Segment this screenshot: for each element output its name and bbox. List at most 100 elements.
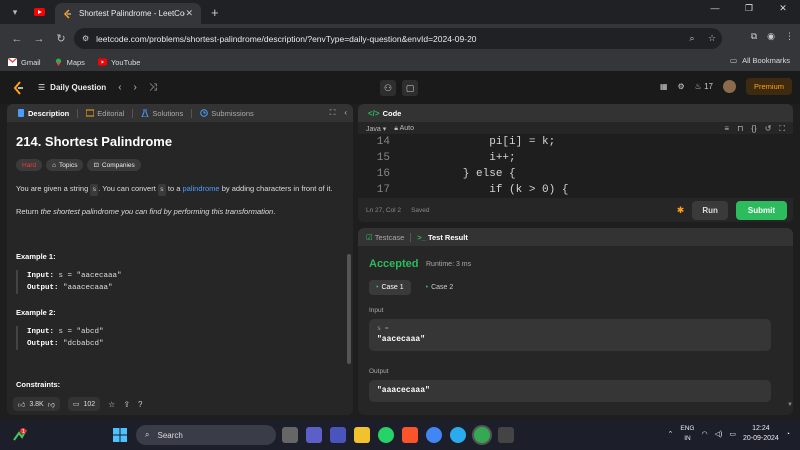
battery-icon[interactable]: ▭ xyxy=(729,430,736,438)
whatsapp-icon[interactable] xyxy=(378,427,394,443)
avatar[interactable] xyxy=(722,80,736,93)
close-window-icon[interactable]: ✕ xyxy=(766,3,800,14)
profile-icon[interactable]: ◉ xyxy=(767,31,775,42)
tab-description[interactable]: Description xyxy=(13,109,73,118)
reset-icon[interactable]: ↺ xyxy=(765,124,772,134)
tab-title: Shortest Palindrome - LeetCode xyxy=(79,9,186,18)
tab-testcase[interactable]: ☑ Testcase xyxy=(366,233,404,242)
restore-icon[interactable]: ❐ xyxy=(732,3,766,14)
bookmark-icon[interactable]: ⊓ xyxy=(737,124,743,134)
premium-button[interactable]: Premium xyxy=(745,78,792,95)
prev-question-icon[interactable]: ‹ xyxy=(118,82,121,93)
maximize-icon[interactable]: ⛶ xyxy=(330,108,336,118)
forward-icon[interactable]: → xyxy=(28,33,50,45)
shuffle-icon[interactable]: ⤨ xyxy=(149,82,157,93)
daily-question-link[interactable]: ☰ Daily Question xyxy=(38,83,106,92)
taskbar-search[interactable]: ⌕ Search xyxy=(136,425,276,445)
tab-test-result[interactable]: >_ Test Result xyxy=(417,233,468,242)
wifi-icon[interactable]: ◠ xyxy=(702,430,708,438)
brave-icon[interactable] xyxy=(402,427,418,443)
clock[interactable]: 12:24 20-09-2024 xyxy=(743,424,779,444)
code-editor[interactable]: 14 pi[i] = k; 15 i++; 16 } else { 17 if … xyxy=(358,134,793,198)
help-icon[interactable]: ? xyxy=(138,400,142,409)
thumbs-down-icon[interactable]: 👎︎ xyxy=(48,400,55,409)
url-text[interactable]: leetcode.com/problems/shortest-palindrom… xyxy=(96,34,682,44)
notes-icon[interactable]: ▢ xyxy=(402,80,418,96)
tab-search-icon[interactable]: ▾ xyxy=(6,3,24,21)
new-tab-button[interactable]: + xyxy=(211,5,219,20)
case-2-tab[interactable]: • Case 2 xyxy=(419,280,461,295)
submit-button[interactable]: Submit xyxy=(735,201,787,220)
minimize-icon[interactable]: — xyxy=(698,3,732,14)
auto-mode[interactable]: 🔒︎ Auto xyxy=(394,125,414,133)
tab-submissions[interactable]: Submissions xyxy=(196,109,258,118)
companies-chip[interactable]: ⊡ Companies xyxy=(87,159,141,171)
extensions-icon[interactable]: ⧉ xyxy=(751,31,757,42)
app-icon[interactable] xyxy=(498,427,514,443)
all-bookmarks[interactable]: ▭ All Bookmarks xyxy=(730,56,790,65)
show-hidden-icons[interactable]: ⌃ xyxy=(668,430,674,438)
next-question-icon[interactable]: › xyxy=(134,82,137,93)
system-tray: ⌃ ENG IN ◠ ◁) ▭ 12:24 20-09-2024 ◔ xyxy=(668,424,790,444)
browser-tab-active[interactable]: Shortest Palindrome - LeetCode ✕ xyxy=(55,3,201,24)
share-icon[interactable]: ⇪ xyxy=(123,400,130,409)
zoom-icon[interactable]: ⌕ xyxy=(682,33,702,44)
bookmark-star-icon[interactable]: ☆ xyxy=(702,33,722,44)
settings-gear-icon[interactable]: ⚙ xyxy=(678,82,685,91)
debug-icon[interactable]: ⚇ xyxy=(380,80,396,96)
chrome-icon[interactable] xyxy=(426,427,442,443)
fullscreen-icon[interactable]: ⛶ xyxy=(779,124,785,134)
site-info-icon[interactable]: ⚙ xyxy=(82,34,89,43)
constraints-title: Constraints: xyxy=(16,380,61,389)
braces-icon[interactable]: {} xyxy=(751,124,756,134)
like-button[interactable]: 👍︎ 3.8K 👎︎ xyxy=(13,397,60,411)
windows-start-icon[interactable] xyxy=(113,428,127,442)
omnibox[interactable]: ⚙ leetcode.com/problems/shortest-palindr… xyxy=(74,28,722,49)
format-icon[interactable]: ≡ xyxy=(724,124,729,134)
topics-chip[interactable]: ⌂ Topics xyxy=(46,159,84,171)
case-1-tab[interactable]: • Case 1 xyxy=(369,280,411,295)
notification-bell-icon[interactable]: ◔ xyxy=(786,431,790,438)
file-explorer-icon[interactable] xyxy=(354,427,370,443)
description-tabs: Description Editorial Solutions Submissi… xyxy=(7,104,353,122)
layout-grid-icon[interactable]: ▦ xyxy=(660,82,668,91)
code-header: </> Code xyxy=(358,104,793,122)
leetcode-logo-icon[interactable] xyxy=(12,80,26,95)
back-icon[interactable]: ← xyxy=(6,33,28,45)
tab-solutions[interactable]: Solutions xyxy=(137,109,187,118)
submissions-clock-icon xyxy=(200,109,209,117)
streak-counter[interactable]: ♨ 17 xyxy=(695,82,713,91)
pinned-youtube-tab-icon[interactable] xyxy=(34,8,45,16)
language-select[interactable]: Java ▾ xyxy=(366,125,386,133)
tab-code[interactable]: </> Code xyxy=(364,109,405,118)
debug-bug-icon[interactable]: ✱ xyxy=(677,205,685,216)
teams-icon[interactable] xyxy=(330,427,346,443)
weather-widget-icon[interactable]: 1 xyxy=(12,427,28,443)
collapse-icon[interactable]: ‹ xyxy=(344,108,347,118)
bookmark-maps[interactable]: Maps xyxy=(54,58,85,67)
terminal-icon: >_ xyxy=(417,232,426,242)
bookmark-gmail[interactable]: Gmail xyxy=(8,58,41,67)
close-tab-icon[interactable]: ✕ xyxy=(185,8,193,19)
comments-button[interactable]: ▭ 102 xyxy=(67,397,101,411)
example-2-title: Example 2: xyxy=(16,308,56,317)
language-indicator[interactable]: ENG IN xyxy=(680,424,694,444)
reload-icon[interactable]: ↻ xyxy=(50,32,72,45)
description-scrollbar[interactable] xyxy=(347,254,351,364)
chrome-active-icon[interactable] xyxy=(474,427,490,443)
task-view-icon[interactable] xyxy=(282,427,298,443)
test-scrollbar[interactable]: ▼ xyxy=(787,248,793,408)
code-icon: </> xyxy=(368,108,380,118)
menu-icon[interactable]: ⋮ xyxy=(785,31,794,42)
favorite-star-icon[interactable]: ☆ xyxy=(108,400,115,409)
test-panel: ☑ Testcase >_ Test Result Accepted Runti… xyxy=(358,228,793,415)
meet-icon[interactable] xyxy=(306,427,322,443)
telegram-icon[interactable] xyxy=(450,427,466,443)
browser-tab-strip: ▾ Shortest Palindrome - LeetCode ✕ + — ❐… xyxy=(0,0,800,24)
volume-icon[interactable]: ◁) xyxy=(715,430,723,438)
bookmark-youtube[interactable]: YouTube xyxy=(97,58,140,67)
run-button[interactable]: Run xyxy=(692,201,728,220)
palindrome-link[interactable]: palindrome xyxy=(183,184,220,193)
leetcode-favicon-icon xyxy=(63,8,71,19)
tab-editorial[interactable]: Editorial xyxy=(82,109,128,118)
